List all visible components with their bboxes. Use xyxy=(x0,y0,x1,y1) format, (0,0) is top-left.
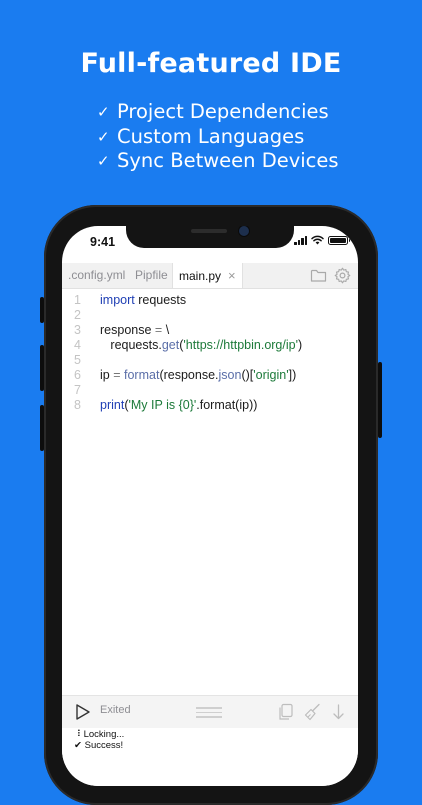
run-toolbar: Exited xyxy=(62,695,358,728)
tab-label: .config.yml xyxy=(68,268,126,282)
spinner-icon: ⠸ xyxy=(74,729,81,740)
drag-handle[interactable] xyxy=(196,707,222,721)
feature-list: ✓ Project Dependencies ✓ Custom Language… xyxy=(97,100,339,174)
code-line[interactable]: 2 xyxy=(62,308,358,323)
checkmark-icon: ✓ xyxy=(97,127,110,146)
code-line[interactable]: 1 import requests xyxy=(62,293,358,308)
volume-up-button xyxy=(40,345,44,391)
line-number: 2 xyxy=(74,308,81,322)
line-number: 5 xyxy=(74,353,81,367)
close-tab-icon[interactable]: × xyxy=(228,268,236,283)
code-token: .format(ip)) xyxy=(196,398,258,412)
code-line[interactable]: 4 requests.get('https://httpbin.org/ip') xyxy=(62,338,358,353)
gear-icon[interactable] xyxy=(334,267,351,284)
code-line[interactable]: 5 xyxy=(62,353,358,368)
output-console: ⠸ Locking... ✔ Success! xyxy=(62,728,358,786)
speaker-grille xyxy=(191,229,227,233)
notch xyxy=(126,226,294,248)
copy-icon[interactable] xyxy=(277,703,294,721)
code-text: ip = format(response.json()['origin']) xyxy=(100,368,296,383)
code-token: 'origin' xyxy=(253,368,289,382)
feature-item: ✓ Custom Languages xyxy=(97,125,339,150)
tab-label: main.py xyxy=(179,269,222,283)
checkmark-icon: ✓ xyxy=(97,152,110,170)
console-line: ⠸ Locking... xyxy=(74,729,124,740)
folder-icon[interactable] xyxy=(310,267,327,284)
run-status: Exited xyxy=(100,704,131,716)
code-token: ip xyxy=(100,368,114,382)
line-number: 6 xyxy=(74,368,81,382)
code-token: (response. xyxy=(159,368,219,382)
code-text: requests.get('https://httpbin.org/ip') xyxy=(100,338,302,353)
feature-label: Custom Languages xyxy=(117,124,305,148)
code-token: ]) xyxy=(288,368,297,382)
code-token: = xyxy=(113,368,121,382)
checkmark-icon: ✔ xyxy=(74,740,82,751)
code-token: ()[ xyxy=(241,368,254,382)
code-editor[interactable]: 1 import requests 2 3 response = \ 4 requests… xyxy=(62,289,358,689)
line-number: 4 xyxy=(74,338,81,352)
headline: Full-featured IDE xyxy=(80,48,342,79)
code-text: import requests xyxy=(100,293,186,308)
play-icon[interactable] xyxy=(75,703,91,721)
code-token: ) xyxy=(297,338,303,352)
code-line[interactable]: 3 response = \ xyxy=(62,323,358,338)
code-token: 'My IP is {0}' xyxy=(128,398,197,412)
code-token: json xyxy=(218,368,242,382)
code-token: format xyxy=(124,368,160,382)
volume-down-button xyxy=(40,405,44,451)
silent-switch xyxy=(40,297,44,323)
file-tab-bar: .config.yml Pipfile main.py × xyxy=(62,263,358,289)
feature-label: Sync Between Devices xyxy=(117,149,339,172)
feature-item: ✓ Project Dependencies xyxy=(97,100,339,125)
console-line: ✔ Success! xyxy=(74,740,123,751)
line-number: 7 xyxy=(74,383,81,397)
checkmark-icon: ✓ xyxy=(97,103,110,121)
code-text: response = \ xyxy=(100,323,169,338)
tab-pipfile[interactable]: Pipfile xyxy=(135,263,168,288)
clear-broom-icon[interactable] xyxy=(304,703,321,721)
arrow-down-icon[interactable] xyxy=(330,703,347,721)
code-token: response xyxy=(100,323,155,337)
phone-screen: 9:41 .config.yml Pipfile main.py × 1 impor… xyxy=(62,226,358,786)
tab-config-yml[interactable]: .config.yml xyxy=(68,263,125,288)
feature-item: ✓ Sync Between Devices xyxy=(97,149,339,174)
tab-label: Pipfile xyxy=(135,268,168,282)
code-token: requests. xyxy=(100,338,162,352)
code-token: print xyxy=(100,398,125,412)
code-line[interactable]: 7 xyxy=(62,383,358,398)
code-token: 'https://httpbin.org/ip' xyxy=(183,338,298,352)
status-icons xyxy=(294,235,350,245)
console-text: Locking... xyxy=(83,729,125,740)
power-button xyxy=(378,362,382,438)
line-number: 3 xyxy=(74,323,81,337)
cellular-signal-icon xyxy=(294,235,307,245)
line-number: 8 xyxy=(74,398,81,412)
line-number: 1 xyxy=(74,293,81,307)
code-token: get xyxy=(161,338,180,352)
code-line[interactable]: 6 ip = format(response.json()['origin']) xyxy=(62,368,358,383)
front-camera xyxy=(239,226,249,236)
code-token: \ xyxy=(162,323,170,337)
status-time: 9:41 xyxy=(90,235,116,249)
wifi-icon xyxy=(311,235,324,245)
code-text: print('My IP is {0}'.format(ip)) xyxy=(100,398,257,413)
feature-label: Project Dependencies xyxy=(117,100,329,123)
code-token: requests xyxy=(134,293,187,307)
battery-icon xyxy=(328,235,350,245)
code-token: import xyxy=(100,293,135,307)
code-line[interactable]: 8 print('My IP is {0}'.format(ip)) xyxy=(62,398,358,413)
console-text: Success! xyxy=(84,740,124,751)
tab-main-py[interactable]: main.py × xyxy=(172,263,243,288)
